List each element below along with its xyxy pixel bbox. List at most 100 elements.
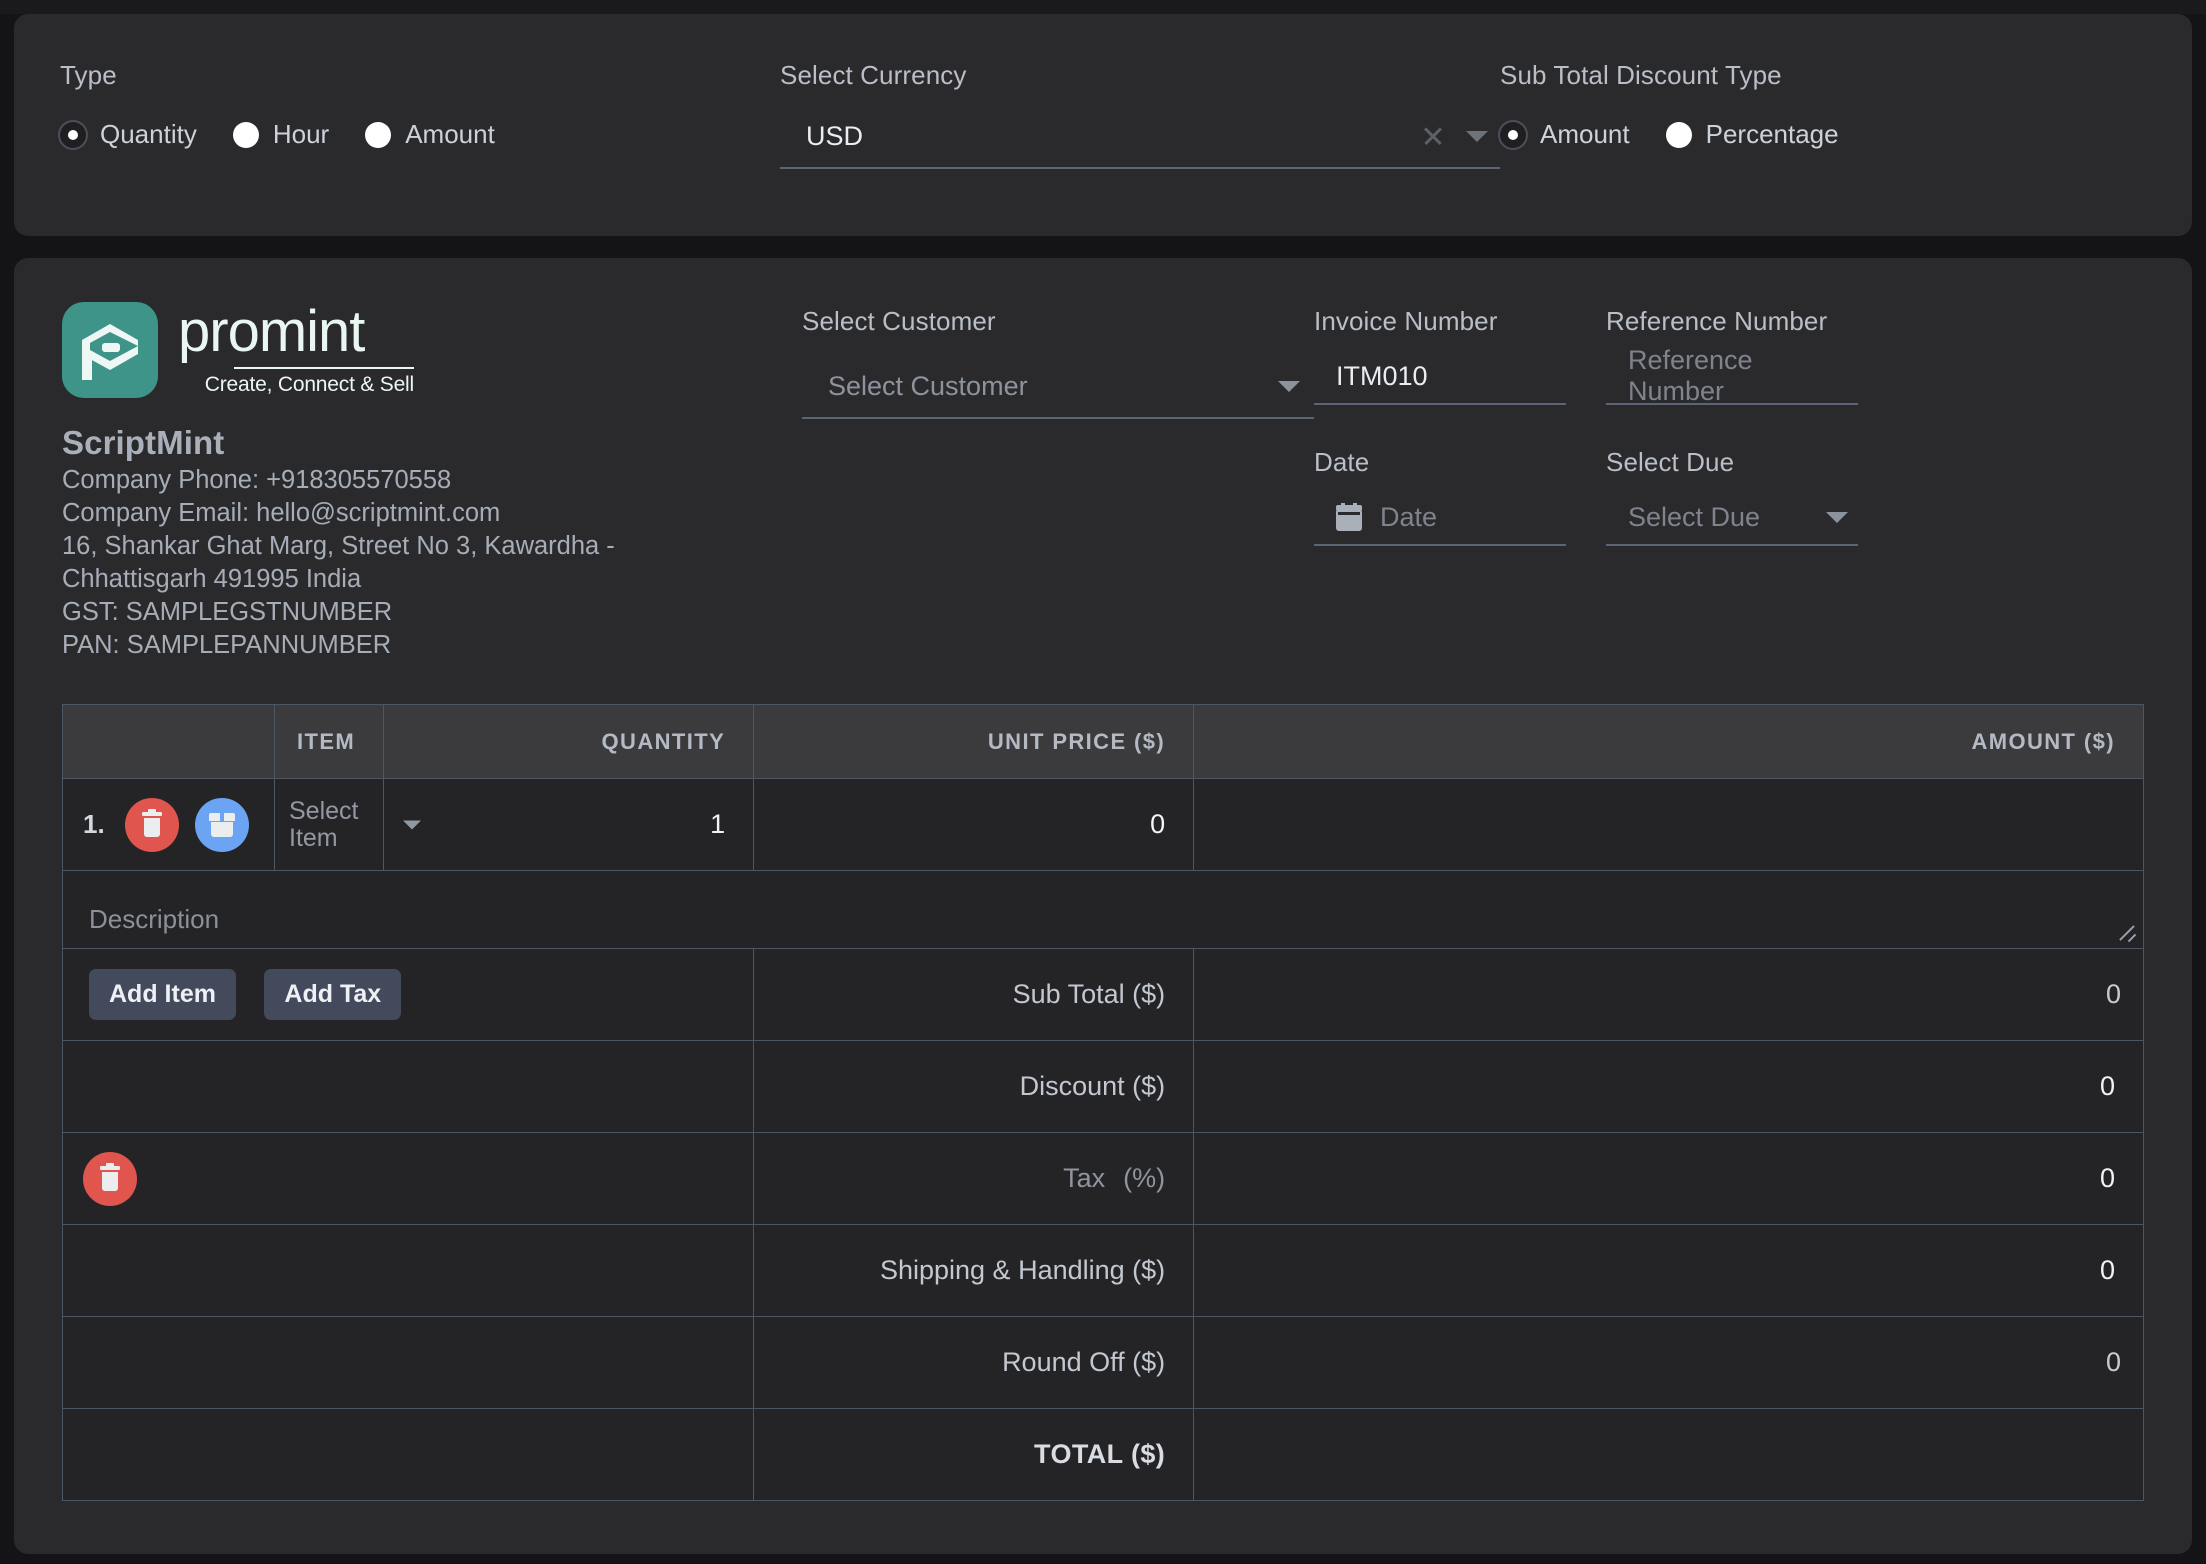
tax-label-text: Tax xyxy=(1063,1163,1106,1194)
radio-quantity-icon[interactable] xyxy=(60,121,86,148)
company-pan: PAN: SAMPLEPANNUMBER xyxy=(62,631,392,660)
radio-hour-icon[interactable] xyxy=(232,121,259,148)
type-option-quantity[interactable]: Quantity xyxy=(60,119,197,150)
shipping-label: Shipping & Handling ($) xyxy=(753,1224,1195,1318)
brand-block: promint Create, Connect & Sell ScriptMin… xyxy=(62,302,802,660)
radio-amount-discount-icon[interactable] xyxy=(1500,121,1526,148)
currency-select[interactable]: USD xyxy=(780,113,1500,169)
column-header-unit-price: UNIT PRICE ($) xyxy=(753,704,1195,780)
chevron-down-icon[interactable] xyxy=(1466,130,1488,142)
trash-icon xyxy=(98,1162,122,1192)
due-label: Select Due xyxy=(1606,447,1735,477)
radio-percentage-icon[interactable] xyxy=(1665,121,1692,148)
amount-value xyxy=(1193,778,2144,872)
company-address-line-1: 16, Shankar Ghat Marg, Street No 3, Kawa… xyxy=(62,532,615,561)
company-email: Company Email: hello@scriptmint.com xyxy=(62,499,501,528)
due-placeholder: Select Due xyxy=(1628,501,1761,532)
column-header-item: ITEM xyxy=(273,704,385,780)
delete-row-button[interactable] xyxy=(125,797,179,852)
radio-amount-icon[interactable] xyxy=(365,121,392,148)
due-select[interactable]: Select Due xyxy=(1606,496,1858,546)
invoice-number-column: Invoice Number ITM010 Date Date xyxy=(1314,306,1566,660)
currency-field-group: Select Currency USD xyxy=(780,60,1500,236)
type-option-hour-label: Hour xyxy=(272,119,330,149)
discount-option-percentage-label: Percentage xyxy=(1705,119,1839,149)
tax-row: Tax (%) 0 xyxy=(61,1132,2144,1226)
column-header-amount: AMOUNT ($) xyxy=(1193,704,2144,780)
add-buttons-cell: Add Item Add Tax xyxy=(61,948,755,1042)
chevron-down-icon[interactable] xyxy=(403,820,421,830)
promint-logo-icon xyxy=(62,302,158,398)
invoice-number-input[interactable]: ITM010 xyxy=(1314,355,1566,405)
logo-row: promint Create, Connect & Sell xyxy=(62,302,802,398)
discount-type-radio-group: Amount Percentage xyxy=(1500,119,2146,150)
description-row: Description xyxy=(62,870,2144,950)
subtotal-label: Sub Total ($) xyxy=(753,948,1195,1042)
description-textarea[interactable]: Description xyxy=(62,870,2144,950)
type-option-quantity-label: Quantity xyxy=(100,119,197,149)
discount-type-label: Sub Total Discount Type xyxy=(1500,60,1782,90)
description-placeholder: Description xyxy=(89,904,220,935)
discount-option-amount[interactable]: Amount xyxy=(1500,119,1630,150)
round-off-value: 0 xyxy=(1193,1316,2144,1410)
delete-tax-button[interactable] xyxy=(83,1151,137,1206)
logo-divider xyxy=(234,367,414,369)
add-tax-button[interactable]: Add Tax xyxy=(264,969,402,1021)
add-item-button[interactable]: Add Item xyxy=(89,969,236,1021)
tax-input[interactable]: 0 xyxy=(1193,1132,2144,1226)
subtotal-value: 0 xyxy=(1193,948,2144,1042)
total-spacer-cell xyxy=(61,1408,755,1502)
type-option-amount-label: Amount xyxy=(405,119,495,149)
resize-handle-icon[interactable] xyxy=(2118,923,2136,941)
table-row: 1. Select Item 1 0 xyxy=(62,778,2144,872)
table-header-row: ITEM QUANTITY UNIT PRICE ($) AMOUNT ($) xyxy=(62,704,2144,780)
logo-wordmark-text: promint xyxy=(178,299,365,364)
row-actions-cell: 1. xyxy=(62,778,275,872)
shipping-spacer-cell xyxy=(61,1224,755,1318)
company-address-line-2: Chhattisgarh 491995 India xyxy=(62,565,362,594)
tax-label-suffix: (%) xyxy=(1123,1163,1166,1194)
calendar-icon[interactable] xyxy=(1336,503,1362,531)
shipping-row: Shipping & Handling ($) 0 xyxy=(61,1224,2144,1318)
item-select-cell[interactable]: Select Item xyxy=(273,778,421,872)
due-icons xyxy=(1826,511,1854,523)
type-option-hour[interactable]: Hour xyxy=(232,119,330,150)
round-off-row: Round Off ($) 0 xyxy=(61,1316,2144,1410)
discount-option-percentage[interactable]: Percentage xyxy=(1665,119,1839,150)
date-placeholder: Date xyxy=(1380,501,1438,532)
invoice-number-value: ITM010 xyxy=(1336,360,1428,391)
reference-number-input[interactable]: Reference Number xyxy=(1606,345,1858,406)
company-gst: GST: SAMPLEGSTNUMBER xyxy=(62,598,393,627)
unit-price-input[interactable]: 0 xyxy=(753,778,1195,872)
invoice-meta-group: Invoice Number ITM010 Date Date Referenc… xyxy=(1314,302,2144,660)
table-header: ITEM QUANTITY UNIT PRICE ($) AMOUNT ($) xyxy=(62,704,2144,780)
type-field-group: Type Quantity Hour Amount xyxy=(60,60,780,236)
date-label: Date xyxy=(1314,447,1370,477)
customer-icons xyxy=(1278,380,1306,392)
customer-select[interactable]: Select Customer xyxy=(802,363,1314,419)
currency-icons xyxy=(1422,125,1494,147)
type-label: Type xyxy=(60,60,117,90)
type-option-amount[interactable]: Amount xyxy=(365,119,495,150)
date-input[interactable]: Date xyxy=(1314,496,1566,546)
chevron-down-icon[interactable] xyxy=(1826,511,1848,523)
discount-option-amount-label: Amount xyxy=(1540,119,1630,149)
invoice-items-table: ITEM QUANTITY UNIT PRICE ($) AMOUNT ($) … xyxy=(61,704,2144,1502)
chevron-down-icon[interactable] xyxy=(1278,380,1300,392)
close-icon[interactable] xyxy=(1422,125,1444,147)
quantity-input[interactable]: 1 xyxy=(383,778,755,872)
shipping-input[interactable]: 0 xyxy=(1193,1224,2144,1318)
currency-value: USD xyxy=(806,120,864,151)
total-row: TOTAL ($) xyxy=(61,1408,2144,1502)
company-phone: Company Phone: +918305570558 xyxy=(62,466,452,494)
settings-card: Type Quantity Hour Amount Select Currenc… xyxy=(14,14,2192,236)
discount-input[interactable]: 0 xyxy=(1193,1040,2144,1134)
type-radio-group: Quantity Hour Amount xyxy=(60,119,780,150)
reference-number-label: Reference Number xyxy=(1606,306,1828,336)
trash-icon xyxy=(140,808,164,838)
item-package-button[interactable] xyxy=(195,797,249,852)
invoice-editor-page: Type Quantity Hour Amount Select Currenc… xyxy=(0,14,2206,1564)
currency-label: Select Currency xyxy=(780,60,967,90)
reference-number-placeholder: Reference Number xyxy=(1628,345,1753,406)
customer-placeholder: Select Customer xyxy=(828,370,1028,401)
